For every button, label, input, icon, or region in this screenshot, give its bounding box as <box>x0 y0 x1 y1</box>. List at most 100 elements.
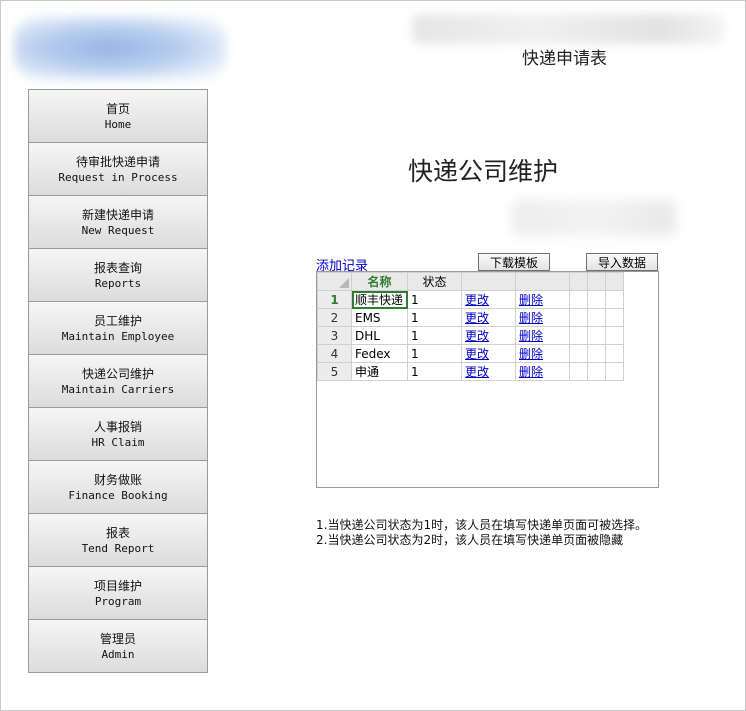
nav-new-request-button[interactable]: 新建快递申请 New Request <box>28 195 208 249</box>
edit-link[interactable]: 更改 <box>461 362 516 381</box>
nav-finance-booking-button[interactable]: 财务做账 Finance Booking <box>28 460 208 514</box>
edit-link[interactable]: 更改 <box>461 326 516 345</box>
cell-empty <box>605 326 624 345</box>
nav-label-en: Maintain Employee <box>61 329 175 343</box>
table-row: 3 DHL 1 更改 删除 <box>317 326 624 345</box>
cell-name[interactable]: EMS <box>351 308 408 327</box>
nav-maintain-carriers-button[interactable]: 快递公司维护 Maintain Carriers <box>28 354 208 408</box>
page-title: 快递公司维护 <box>408 157 559 186</box>
nav-label-en: Request in Process <box>58 170 178 184</box>
cell-empty <box>605 362 624 381</box>
row-number[interactable]: 1 <box>317 290 352 309</box>
delete-link[interactable]: 删除 <box>515 344 570 363</box>
cell-empty <box>587 344 606 363</box>
column-header-name[interactable]: 名称 <box>351 272 408 291</box>
cell-empty <box>605 290 624 309</box>
row-number[interactable]: 2 <box>317 308 352 327</box>
company-logo <box>14 16 226 80</box>
nav-maintain-employee-button[interactable]: 员工维护 Maintain Employee <box>28 301 208 355</box>
cell-empty <box>605 308 624 327</box>
nav-label-cn: 新建快递申请 <box>81 207 154 222</box>
cell-name[interactable]: Fedex <box>351 344 408 363</box>
cell-empty <box>569 290 588 309</box>
nav-label-en: Admin <box>101 647 135 661</box>
nav-label-cn: 待审批快递申请 <box>75 154 160 169</box>
nav-tend-report-button[interactable]: 报表 Tend Report <box>28 513 208 567</box>
nav-hr-claim-button[interactable]: 人事报销 HR Claim <box>28 407 208 461</box>
table-row: 5 申通 1 更改 删除 <box>317 362 624 381</box>
nav-label-cn: 首页 <box>105 101 130 116</box>
row-number[interactable]: 3 <box>317 326 352 345</box>
nav-label-cn: 员工维护 <box>93 313 142 328</box>
note-line-1: 1.当快递公司状态为1时，该人员在填写快递单页面可被选择。 <box>316 518 648 532</box>
cell-empty <box>569 308 588 327</box>
nav-reports-button[interactable]: 报表查询 Reports <box>28 248 208 302</box>
delete-link[interactable]: 删除 <box>515 326 570 345</box>
import-data-button[interactable]: 导入数据 <box>586 253 658 271</box>
edit-link[interactable]: 更改 <box>461 344 516 363</box>
cell-status[interactable]: 1 <box>407 308 462 327</box>
download-template-button[interactable]: 下载模板 <box>478 253 550 271</box>
nav-request-in-process-button[interactable]: 待审批快递申请 Request in Process <box>28 142 208 196</box>
cell-name[interactable]: 申通 <box>351 362 408 381</box>
select-all-corner[interactable] <box>317 272 352 291</box>
nav-admin-button[interactable]: 管理员 Admin <box>28 619 208 673</box>
cell-empty <box>587 326 606 345</box>
nav-label-cn: 财务做账 <box>93 472 142 487</box>
column-header-empty <box>605 272 624 291</box>
sidebar-nav: 首页 Home 待审批快递申请 Request in Process 新建快递申… <box>28 89 208 673</box>
table-row: 1 顺丰快递 1 更改 删除 <box>317 290 624 309</box>
app-title: 快递申请表 <box>522 49 607 69</box>
cell-status[interactable]: 1 <box>407 362 462 381</box>
column-header-empty <box>461 272 516 291</box>
nav-label-en: New Request <box>81 223 155 237</box>
nav-label-en: Tend Report <box>81 541 155 555</box>
row-number[interactable]: 4 <box>317 344 352 363</box>
nav-label-en: Maintain Carriers <box>61 382 175 396</box>
blurred-subtitle <box>512 200 676 236</box>
cell-empty <box>587 362 606 381</box>
cell-name[interactable]: DHL <box>351 326 408 345</box>
delete-link[interactable]: 删除 <box>515 308 570 327</box>
cell-status[interactable]: 1 <box>407 326 462 345</box>
row-number[interactable]: 5 <box>317 362 352 381</box>
cell-empty <box>587 308 606 327</box>
column-header-empty <box>569 272 588 291</box>
column-header-empty <box>515 272 570 291</box>
nav-label-cn: 快递公司维护 <box>81 366 154 381</box>
nav-label-en: Finance Booking <box>68 488 168 502</box>
nav-label-cn: 管理员 <box>99 631 136 646</box>
nav-label-cn: 项目维护 <box>93 578 142 593</box>
blurred-header-text <box>412 14 724 44</box>
cell-empty <box>605 344 624 363</box>
nav-label-cn: 人事报销 <box>93 419 142 434</box>
cell-empty <box>569 362 588 381</box>
edit-link[interactable]: 更改 <box>461 308 516 327</box>
cell-empty <box>569 326 588 345</box>
carrier-table: 名称 状态 1 顺丰快递 1 更改 删除 2 EMS 1 更改 删除 3 DHL… <box>317 272 624 381</box>
nav-label-en: HR Claim <box>91 435 145 449</box>
nav-home-button[interactable]: 首页 Home <box>28 89 208 143</box>
table-row: 2 EMS 1 更改 删除 <box>317 308 624 327</box>
edit-link[interactable]: 更改 <box>461 290 516 309</box>
delete-link[interactable]: 删除 <box>515 290 570 309</box>
note-line-2: 2.当快递公司状态为2时，该人员在填写快递单页面被隐藏 <box>316 533 624 547</box>
nav-label-en: Home <box>104 117 132 131</box>
table-row: 4 Fedex 1 更改 删除 <box>317 344 624 363</box>
cell-status[interactable]: 1 <box>407 290 462 309</box>
delete-link[interactable]: 删除 <box>515 362 570 381</box>
nav-label-cn: 报表 <box>105 525 130 540</box>
nav-program-button[interactable]: 项目维护 Program <box>28 566 208 620</box>
cell-status[interactable]: 1 <box>407 344 462 363</box>
table-header-row: 名称 状态 <box>317 272 624 291</box>
column-header-status[interactable]: 状态 <box>407 272 462 291</box>
notes-section: 1.当快递公司状态为1时，该人员在填写快递单页面可被选择。 2.当快递公司状态为… <box>316 518 661 548</box>
nav-label-cn: 报表查询 <box>93 260 142 275</box>
cell-empty <box>587 290 606 309</box>
nav-label-en: Program <box>94 594 142 608</box>
nav-label-en: Reports <box>94 276 142 290</box>
column-header-empty <box>587 272 606 291</box>
cell-name[interactable]: 顺丰快递 <box>351 290 408 309</box>
carrier-grid: 名称 状态 1 顺丰快递 1 更改 删除 2 EMS 1 更改 删除 3 DHL… <box>316 271 659 488</box>
cell-empty <box>569 344 588 363</box>
